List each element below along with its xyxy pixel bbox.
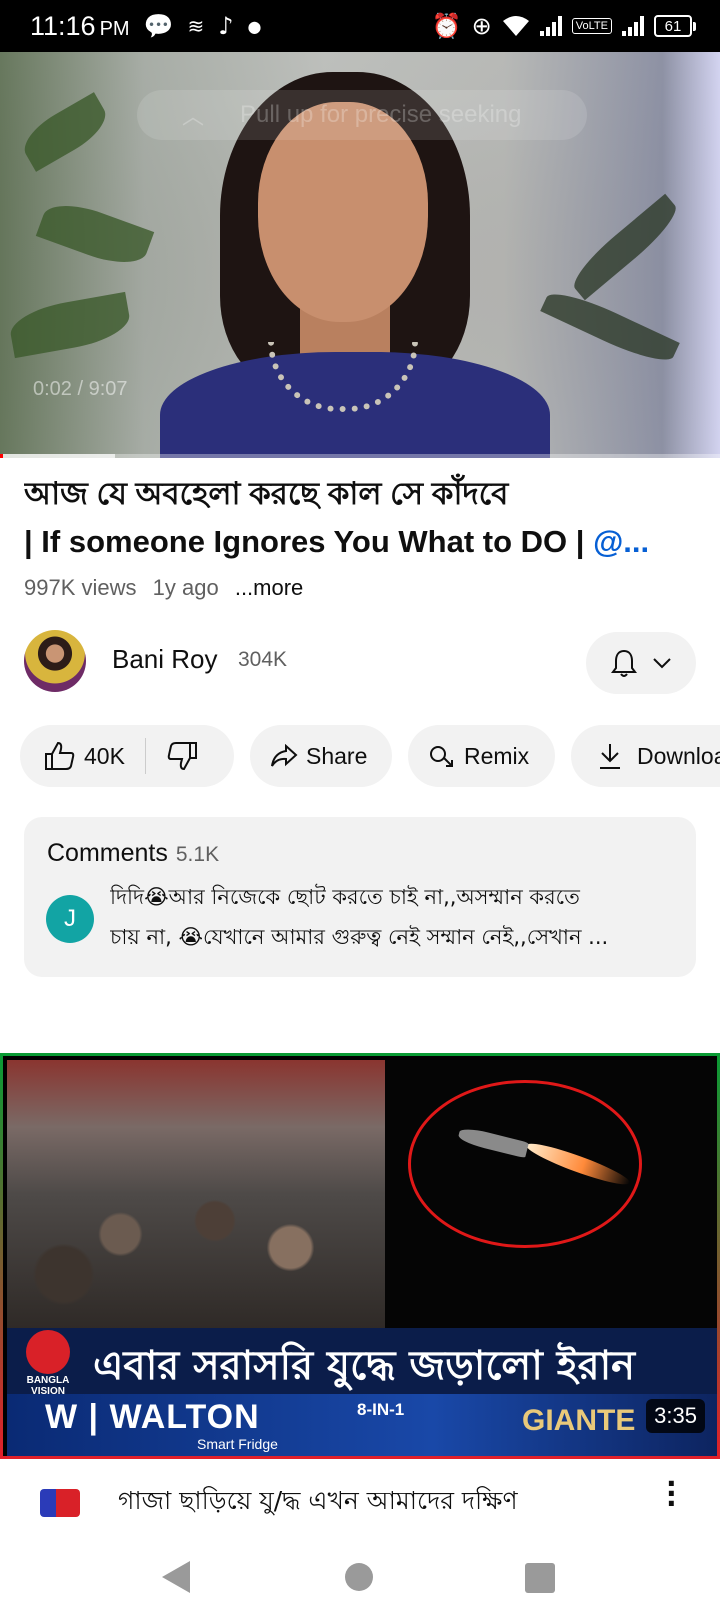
download-icon <box>600 744 620 769</box>
status-time: 11:16 PM <box>30 10 130 41</box>
highlight-circle <box>408 1080 642 1248</box>
more-link[interactable]: ...more <box>235 575 303 600</box>
thumbs-down-icon[interactable] <box>166 741 198 771</box>
signal-icon <box>539 16 562 36</box>
next-video-row[interactable]: গাজা ছাড়িয়ে যু/দ্ধ এখন আমাদের দক্ষিণ ·… <box>0 1459 720 1549</box>
seek-hint: ︿ Pull up for precise seeking <box>137 90 587 140</box>
progress-fill <box>0 454 3 458</box>
comment-count: 5.1K <box>175 843 220 866</box>
view-count: 997K views <box>24 575 137 600</box>
message-icon: 💬 <box>143 12 174 40</box>
signal-icon-2 <box>622 16 644 36</box>
bangla-vision-logo: BANGLA VISION <box>17 1330 79 1397</box>
thumbs-up-icon[interactable] <box>44 741 76 771</box>
dot-icon: ● <box>247 16 262 36</box>
news-banner: BANGLA VISION এবার সরাসরি যুদ্ধে জড়ালো … <box>7 1328 717 1397</box>
next-video-title[interactable]: গাজা ছাড়িয়ে যু/দ্ধ এখন আমাদের দক্ষিণ <box>118 1481 518 1524</box>
alarm-icon: ⏰ <box>431 12 462 40</box>
video-meta[interactable]: 997K views 1y ago ...more <box>24 575 313 601</box>
ad-strip: W | WALTON Smart Fridge 8-IN-1 GIANTE <box>7 1394 717 1456</box>
system-nav-bar <box>0 1549 720 1612</box>
timecode: 0:02 / 9:07 <box>33 378 128 400</box>
top-comment-text: দিদি😭আর নিজেকে ছোট করতে চাই না,,অসম্মান … <box>110 885 609 949</box>
more-vert-icon[interactable]: · · · <box>666 1470 677 1518</box>
next-channel-avatar[interactable] <box>40 1489 80 1517</box>
comments-panel[interactable]: Comments 5.1K J দিদি😭আর নিজেকে ছোট করতে চ… <box>24 817 696 977</box>
wifi-calling-icon: ≋ <box>187 14 205 38</box>
data-saver-icon: ⊕ <box>471 12 492 40</box>
like-dislike-pill: 40K <box>20 725 234 787</box>
channel-avatar[interactable] <box>24 630 86 692</box>
chevron-down-icon <box>653 658 671 669</box>
share-icon <box>271 744 298 767</box>
next-video-thumbnail[interactable]: BANGLA VISION এবার সরাসরি যুদ্ধে জড়ালো … <box>0 1053 720 1459</box>
thumbnail-crowd-image <box>7 1060 385 1328</box>
bell-icon <box>611 649 637 677</box>
like-count[interactable]: 40K <box>84 743 125 770</box>
title-handle-link[interactable]: @... <box>593 524 649 559</box>
channel-row[interactable]: Bani Roy 304K <box>24 630 696 694</box>
remix-button[interactable]: Remix <box>408 725 555 787</box>
chevron-up-icon: ︿ <box>182 104 205 129</box>
recents-icon[interactable] <box>525 1563 555 1593</box>
upload-age: 1y ago <box>152 575 219 600</box>
download-button[interactable]: Download <box>571 725 720 787</box>
notification-button[interactable] <box>586 632 696 694</box>
action-bar: 40K Share Remix Download <box>20 725 720 787</box>
remix-icon <box>430 746 453 767</box>
channel-name[interactable]: Bani Roy <box>112 644 218 675</box>
home-icon[interactable] <box>345 1563 373 1591</box>
back-icon[interactable] <box>162 1561 190 1593</box>
comments-header: Comments 5.1K <box>47 839 220 867</box>
video-title[interactable]: আজ যে অবহেলা করছে কাল সে কাঁদবে | If som… <box>24 470 704 566</box>
battery-icon: 61 <box>654 15 696 37</box>
video-player[interactable]: ︿ Pull up for precise seeking 0:02 / 9:0… <box>0 52 720 458</box>
share-button[interactable]: Share <box>250 725 392 787</box>
status-bar: 11:16 PM 💬 ≋ ♪ ● ⏰ ⊕ VoLTE 61 <box>0 0 720 52</box>
commenter-avatar: J <box>46 895 94 943</box>
video-duration: 3:35 <box>646 1399 705 1433</box>
walton-logo: W | WALTON <box>45 1398 260 1436</box>
subscriber-count: 304K <box>238 648 288 671</box>
tiktok-icon: ♪ <box>218 12 234 40</box>
volte-badge: VoLTE <box>571 18 612 34</box>
wifi-icon <box>502 16 529 36</box>
thumbnail-headline: এবার সরাসরি যুদ্ধে জড়ালো ইরান <box>93 1343 636 1389</box>
